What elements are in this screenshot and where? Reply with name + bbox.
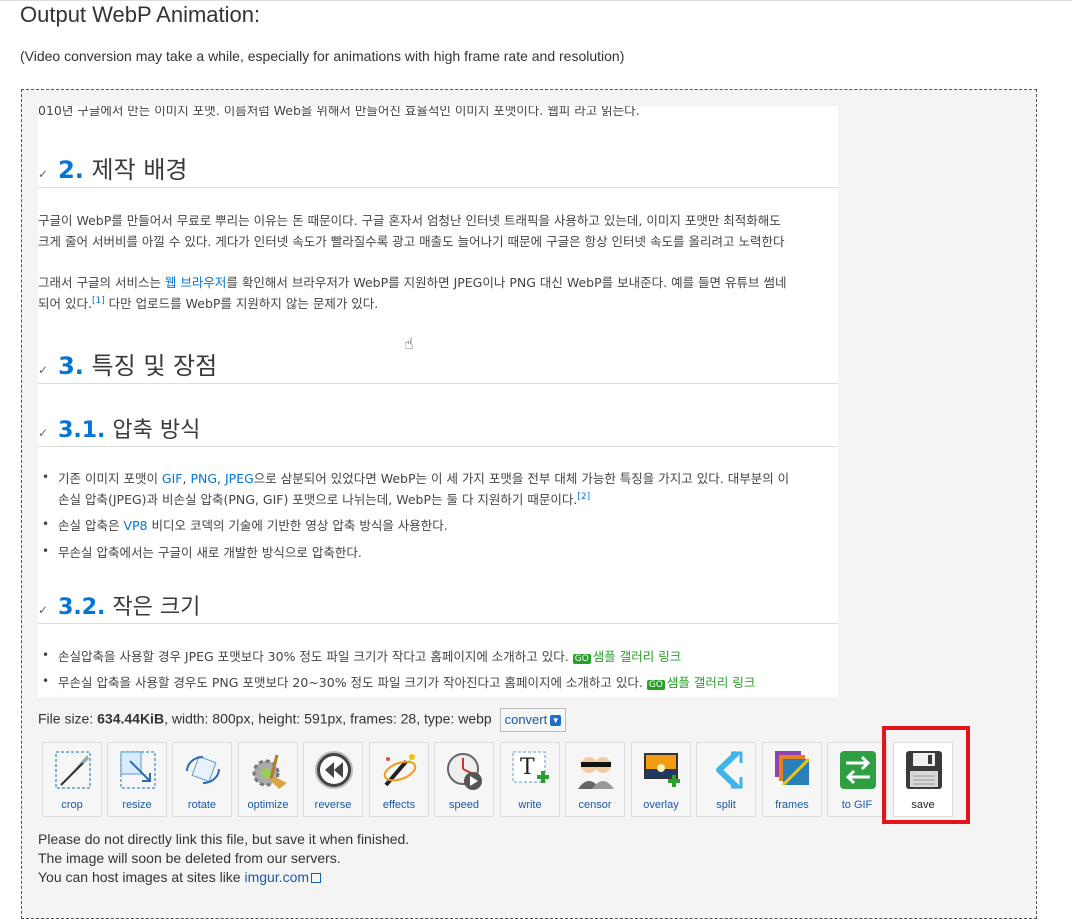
overlay-button[interactable]: overlay bbox=[631, 742, 691, 817]
link-badge-icon: GO bbox=[572, 654, 591, 664]
page-title: Output WebP Animation: bbox=[20, 2, 261, 27]
notes: Please do not directly link this file, b… bbox=[38, 830, 409, 887]
chevron-down-icon: ✓ bbox=[38, 363, 49, 377]
save-highlight-box bbox=[882, 726, 970, 824]
external-link-icon bbox=[311, 873, 322, 884]
note-line: Please do not directly link this file, b… bbox=[38, 831, 410, 847]
chevron-down-icon: ✓ bbox=[38, 603, 49, 617]
bullet: • bbox=[42, 517, 50, 531]
censor-icon bbox=[578, 757, 614, 789]
preview-rule bbox=[38, 187, 838, 188]
preview-heading-3-1: ✓ 3.1. 압축 방식 bbox=[38, 418, 201, 443]
chevron-down-icon: ▼ bbox=[550, 715, 562, 727]
bullet: • bbox=[42, 648, 50, 662]
chevron-down-icon: ✓ bbox=[38, 426, 49, 440]
preview-rule bbox=[38, 446, 838, 447]
speed-icon bbox=[447, 753, 482, 790]
imgur-link[interactable]: imgur.com bbox=[245, 869, 310, 885]
split-icon bbox=[716, 750, 743, 790]
preview-rule bbox=[38, 623, 838, 624]
preview-bullet-text: 손실 압축은 VP8 비디오 코덱의 기술에 기반한 영상 압축 방식을 사용한… bbox=[58, 518, 448, 533]
censor-button[interactable]: censor bbox=[565, 742, 625, 817]
optimize-button[interactable]: optimize bbox=[238, 742, 298, 817]
svg-text:T: T bbox=[520, 755, 535, 780]
frames-button[interactable]: frames bbox=[762, 742, 822, 817]
preview-paragraph: 그래서 구글의 서비스는 웹 브라우저를 확인해서 브라우저가 WebP를 지원… bbox=[38, 275, 787, 290]
preview-bullet-text: 손실압축을 사용할 경우 JPEG 포맷보다 30% 정도 파일 크기가 작다고… bbox=[58, 649, 682, 664]
note-line: You can host images at sites like imgur.… bbox=[38, 868, 409, 887]
effects-icon bbox=[383, 754, 417, 787]
optimize-icon bbox=[252, 754, 287, 789]
split-button[interactable]: split bbox=[696, 742, 756, 817]
preview-bullet-text: 손실 압축(JPEG)과 비손실 압축(PNG, GIF) 포맷으로 나뉘는데,… bbox=[58, 491, 591, 507]
speed-button[interactable]: speed bbox=[434, 742, 494, 817]
note-line: The image will soon be deleted from our … bbox=[38, 850, 341, 866]
preview-bullet-text: 무손실 압축에서는 구글이 새로 개발한 방식으로 압축한다. bbox=[58, 545, 362, 560]
preview-paragraph: 되어 있다.[1] 다만 업로드를 WebP를 지원하지 않는 문제가 있다. bbox=[38, 295, 379, 311]
bullet: • bbox=[42, 470, 50, 484]
file-size: 634.44KiB bbox=[97, 710, 165, 727]
reverse-button[interactable]: reverse bbox=[303, 742, 363, 817]
write-icon: T bbox=[512, 751, 549, 783]
resize-icon bbox=[120, 751, 156, 789]
preview-rule bbox=[38, 383, 838, 384]
preview-heading-3: ✓ 3. 특징 및 장점 bbox=[38, 352, 218, 380]
page-subtitle: (Video conversion may take a while, espe… bbox=[20, 48, 625, 64]
write-button[interactable]: T write bbox=[500, 742, 560, 817]
crop-button[interactable]: crop bbox=[42, 742, 102, 817]
chevron-down-icon: ✓ bbox=[38, 167, 49, 181]
effects-button[interactable]: effects bbox=[369, 742, 429, 817]
animation-preview: 010년 구글에서 만든 이미지 포맷. 이름처럼 Web을 위해서 만들어진 … bbox=[38, 106, 838, 697]
reverse-icon bbox=[315, 751, 353, 789]
hand-cursor-icon: ☝ bbox=[404, 334, 414, 353]
preview-heading-3-2: ✓ 3.2. 작은 크기 bbox=[38, 595, 201, 620]
bullet: • bbox=[42, 544, 50, 558]
rotate-icon bbox=[186, 755, 220, 784]
file-info: File size: 634.44KiB, width: 800px, heig… bbox=[38, 708, 567, 732]
to-gif-button[interactable]: to GIF bbox=[827, 742, 887, 817]
overlay-icon bbox=[644, 753, 680, 787]
frames-icon bbox=[775, 751, 811, 787]
preview-heading-2: ✓ 2. 제작 배경 bbox=[38, 156, 188, 184]
resize-button[interactable]: resize bbox=[107, 742, 167, 817]
to-gif-icon bbox=[840, 751, 876, 789]
bullet: • bbox=[42, 674, 50, 688]
convert-button[interactable]: convert ▼ bbox=[499, 708, 567, 732]
link-badge-icon: GO bbox=[646, 680, 665, 690]
rotate-button[interactable]: rotate bbox=[172, 742, 232, 817]
crop-icon bbox=[55, 751, 91, 789]
preview-bullet-text: 무손실 압축을 사용할 경우도 PNG 포맷보다 20~30% 정도 파일 크기… bbox=[58, 675, 756, 690]
preview-bullet-text: 기존 이미지 포맷이 GIF, PNG, JPEG으로 삼분되어 있었다면 We… bbox=[58, 471, 790, 486]
preview-paragraph: 크게 줄어 서버비를 아낄 수 있다. 게다가 인터넷 속도가 빨라질수록 광고… bbox=[38, 234, 785, 249]
preview-top-fragment: 010년 구글에서 만든 이미지 포맷. 이름처럼 Web을 위해서 만들어진 … bbox=[38, 106, 640, 118]
preview-paragraph: 구글이 WebP를 만들어서 무료로 뿌리는 이유는 돈 때문이다. 구글 혼자… bbox=[38, 213, 781, 228]
